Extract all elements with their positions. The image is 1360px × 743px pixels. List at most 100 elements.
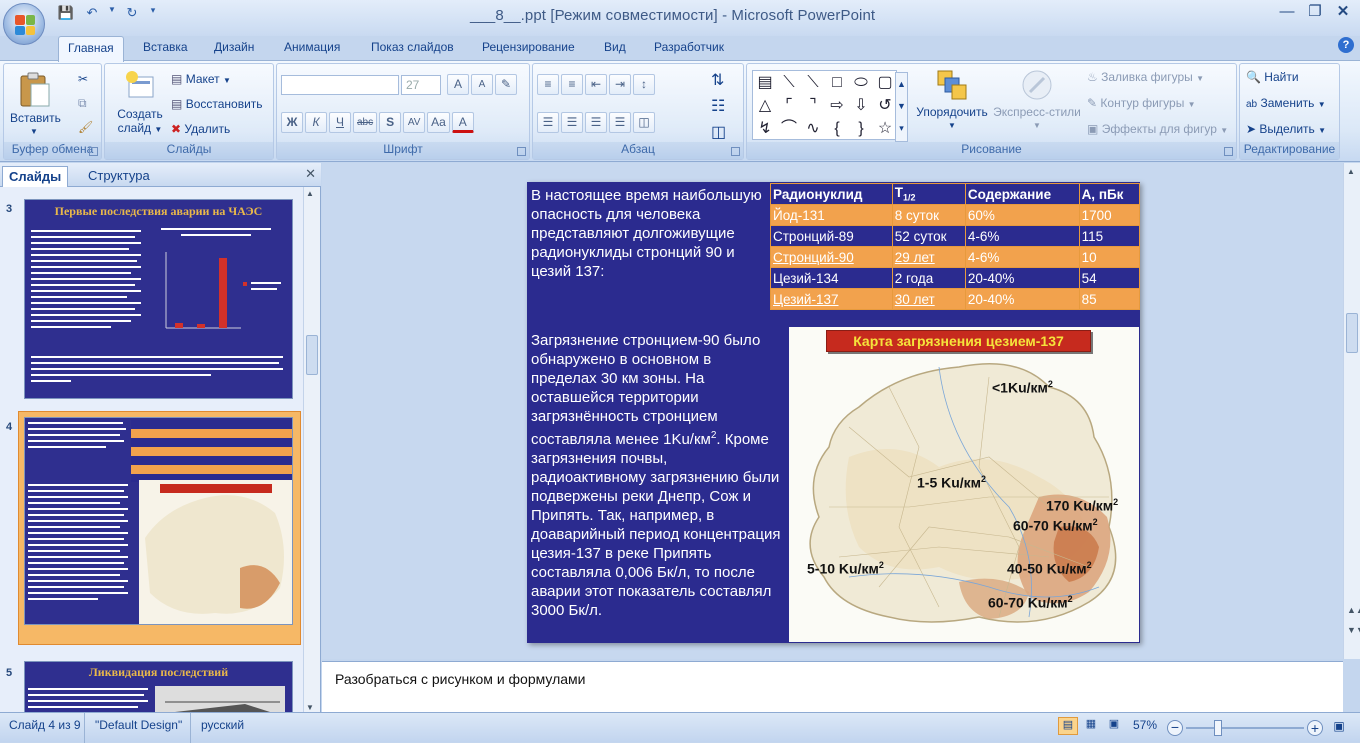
tab-design[interactable]: Дизайн — [214, 40, 254, 54]
arrow-down-shape-icon[interactable]: ⇩ — [849, 94, 873, 117]
slide-thumb-5[interactable]: Ликвидация последствий — [24, 661, 293, 714]
copy-icon[interactable]: ⧉ — [78, 96, 87, 111]
italic-button[interactable]: К — [305, 112, 327, 133]
paste-button[interactable]: Вставить ▼ — [10, 72, 61, 139]
notes-text[interactable]: Разобраться с рисунком и формулами — [335, 671, 586, 687]
strikethrough-button[interactable]: abc — [353, 112, 378, 133]
grow-font-button[interactable]: A — [447, 74, 469, 95]
slide-scrollbar[interactable]: ▲ ▲▲ ▼▼ — [1343, 163, 1360, 659]
slide-thumb-4[interactable] — [24, 417, 293, 625]
slideshow-view-icon[interactable]: ▣ — [1104, 717, 1124, 735]
tab-slideshow[interactable]: Показ слайдов — [371, 40, 454, 54]
brace-right-shape-icon[interactable]: } — [849, 117, 873, 140]
align-text-icon[interactable]: ☷ — [711, 96, 725, 116]
rect-shape-icon[interactable]: □ — [825, 71, 849, 94]
zoom-slider-track[interactable] — [1186, 727, 1304, 729]
slide-text-intro[interactable]: В настоящее время наибольшую опасность д… — [531, 186, 766, 281]
curve-shape-icon[interactable]: ↺ — [873, 94, 897, 117]
shape-effects-button[interactable]: ▣ Эффекты для фигур ▼ — [1087, 122, 1228, 136]
office-button[interactable] — [3, 3, 45, 45]
zoom-in-icon[interactable]: + — [1307, 720, 1323, 736]
drawing-launcher-icon[interactable] — [1224, 147, 1233, 156]
elbow2-shape-icon[interactable]: ⌝ — [801, 94, 825, 117]
tab-view[interactable]: Вид — [604, 40, 626, 54]
justify-icon[interactable]: ☰ — [609, 112, 631, 133]
save-icon[interactable]: 💾 — [56, 5, 76, 23]
tab-insert[interactable]: Вставка — [143, 40, 188, 54]
star-shape-icon[interactable]: ☆ — [873, 117, 897, 140]
bold-button[interactable]: Ж — [281, 112, 303, 133]
change-case-button[interactable]: Aa — [427, 112, 450, 133]
new-slide-button[interactable]: Создать слайд ▼ — [111, 70, 169, 137]
radionuclide-table[interactable]: Радионуклид T1/2 Содержание А, пБк Йод-1… — [770, 183, 1141, 310]
undo-dropdown-icon[interactable]: ▼ — [108, 5, 116, 23]
redo-icon[interactable]: ↻ — [122, 5, 142, 23]
find-button[interactable]: 🔍 Найти — [1246, 70, 1299, 84]
zoom-out-icon[interactable]: − — [1167, 720, 1183, 736]
numbering-icon[interactable]: ≡ — [561, 74, 583, 95]
triangle-shape-icon[interactable]: △ — [753, 94, 777, 117]
font-name-box[interactable] — [281, 75, 399, 95]
underline-button[interactable]: Ч — [329, 112, 351, 133]
customize-qat-icon[interactable]: ▾ — [148, 5, 158, 23]
notes-pane[interactable]: Разобраться с рисунком и формулами — [322, 661, 1343, 712]
restore-icon[interactable]: ❐ — [1302, 2, 1328, 22]
wave-shape-icon[interactable]: ∿ — [801, 117, 825, 140]
close-icon[interactable]: ✕ — [1330, 2, 1356, 22]
delete-slide-button[interactable]: ✖ Удалить — [171, 122, 230, 136]
columns-icon[interactable]: ◫ — [633, 112, 655, 133]
fit-to-window-icon[interactable]: ▣ — [1330, 719, 1348, 737]
font-size-box[interactable]: 27 — [401, 75, 441, 95]
slides-pane-scroll-thumb[interactable] — [306, 335, 318, 375]
roundrect-shape-icon[interactable]: ▢ — [873, 71, 897, 94]
language-indicator[interactable]: русский — [201, 718, 244, 732]
select-button[interactable]: ➤ Выделить ▼ — [1246, 122, 1326, 136]
shape-outline-button[interactable]: ✎ Контур фигуры ▼ — [1087, 96, 1196, 110]
smartart-icon[interactable]: ◫ — [711, 122, 726, 142]
next-slide-icon[interactable]: ▼▼ — [1347, 625, 1360, 635]
reset-button[interactable]: ▤ Восстановить — [171, 97, 263, 111]
shrink-font-button[interactable]: A — [471, 74, 493, 95]
format-painter-icon[interactable]: 🖌 — [78, 120, 93, 134]
brace-left-shape-icon[interactable]: { — [825, 117, 849, 140]
scroll-up-icon[interactable]: ▲ — [1347, 167, 1355, 176]
decrease-indent-icon[interactable]: ⇤ — [585, 74, 607, 95]
elbow-shape-icon[interactable]: ⌜ — [777, 94, 801, 117]
zoom-level[interactable]: 57% — [1133, 718, 1157, 732]
zoom-slider-thumb[interactable] — [1214, 720, 1222, 736]
align-center-icon[interactable]: ☰ — [561, 112, 583, 133]
freeform-shape-icon[interactable]: ↯ — [753, 117, 777, 140]
shadow-button[interactable]: S — [379, 112, 402, 133]
text-direction-icon[interactable]: ⇅ — [711, 70, 724, 90]
minimize-icon[interactable]: — — [1274, 2, 1300, 22]
prev-slide-icon[interactable]: ▲▲ — [1347, 605, 1360, 615]
char-spacing-button[interactable]: AV — [403, 112, 426, 133]
contamination-map-image[interactable]: Карта загрязнения цезием-137 <1Ku/км2 1-… — [789, 327, 1139, 642]
scroll-up-icon[interactable]: ▲ — [306, 189, 314, 198]
design-name[interactable]: "Default Design" — [95, 718, 182, 732]
close-pane-icon[interactable]: ✕ — [305, 166, 316, 182]
normal-view-icon[interactable]: ▤ — [1058, 717, 1078, 735]
tab-slides[interactable]: Слайды — [2, 166, 69, 187]
font-launcher-icon[interactable] — [517, 147, 526, 156]
slide-canvas[interactable]: В настоящее время наибольшую опасность д… — [527, 182, 1141, 643]
paragraph-launcher-icon[interactable] — [731, 147, 740, 156]
arrange-button[interactable]: Упорядочить ▼ — [913, 68, 991, 133]
cut-icon[interactable]: ✂ — [78, 72, 88, 86]
tab-review[interactable]: Рецензирование — [482, 40, 575, 54]
slide-text-body[interactable]: Загрязнение стронцием-90 было обнаружено… — [531, 331, 781, 620]
layout-button[interactable]: ▤ Макет ▼ — [171, 72, 231, 86]
slide-scroll-thumb[interactable] — [1346, 313, 1358, 353]
font-color-button[interactable]: A — [451, 112, 474, 133]
clipboard-launcher-icon[interactable] — [89, 147, 98, 156]
shape-fill-button[interactable]: ♨ Заливка фигуры ▼ — [1087, 70, 1204, 84]
tab-home[interactable]: Главная — [58, 36, 124, 62]
shapes-gallery[interactable]: ▤ ⟍ ⟍ □ ⬭ ▢ △ ⌜ ⌝ ⇨ ⇩ ↺ ↯ ⌒ ∿{} ☆ — [752, 70, 897, 140]
textbox-shape-icon[interactable]: ▤ — [753, 71, 777, 94]
line2-shape-icon[interactable]: ⟍ — [801, 71, 825, 94]
tab-developer[interactable]: Разработчик — [654, 40, 724, 54]
shapes-scroll-icon[interactable]: ▲ ▼ ▾ — [895, 72, 908, 142]
scroll-down-icon[interactable]: ▼ — [306, 703, 314, 712]
tab-outline[interactable]: Структура — [82, 166, 156, 187]
line-spacing-icon[interactable]: ↕ — [633, 74, 655, 95]
